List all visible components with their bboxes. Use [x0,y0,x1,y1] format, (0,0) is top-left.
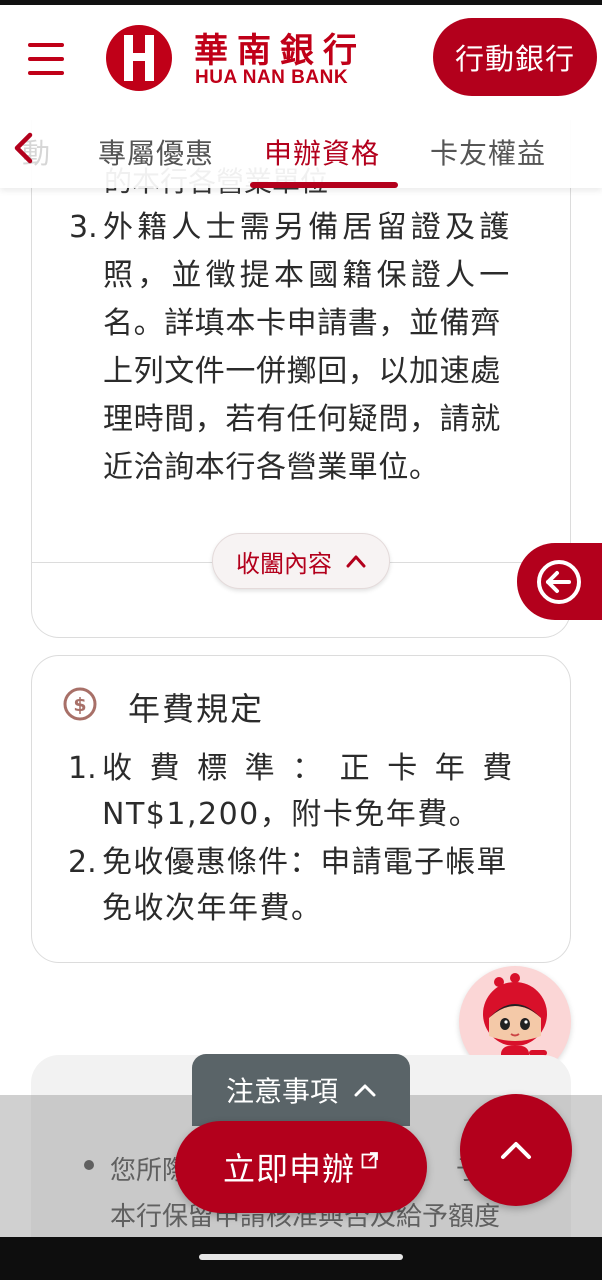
text-line: 收 費 標 準 ： 正 卡 年 費 [102,751,517,786]
app-header: 華南銀行 HUA NAN BANK 行動銀行 [0,5,602,108]
list-text: 外籍人士需另備居留證及護 照，並徵提本國籍保證人一 名。詳填本卡申請書，並備齊 … [103,204,539,492]
tab-cardholder-benefits[interactable]: 卡友權益 [430,132,546,172]
text-line: 近洽詢本行各營業單位。 [103,450,440,485]
text-line: 名。詳填本卡申請書，並備齊 [103,306,501,341]
section-tab-bar: 動 專屬優惠 申辦資格 卡友權益 [0,108,602,188]
hua-nan-logo-icon[interactable] [100,23,178,93]
chevron-left-icon[interactable] [12,132,36,164]
brand-name-en: HUA NAN BANK [195,67,349,88]
dollar-circle-icon: $ [63,687,97,721]
chevron-up-icon [346,555,366,568]
apply-now-label: 立即申辦 [222,1150,355,1188]
list-number: 2. [68,845,97,880]
apply-now-button[interactable]: 立即申辦 [175,1121,427,1213]
external-link-icon [361,1152,378,1169]
text-line: 理時間，若有任何疑問，請就 [103,402,501,437]
list-text: 免收優惠條件：申請電子帳單 免收次年年費。 [102,840,540,932]
text-line: 免收次年年費。 [102,891,323,926]
back-arrow-circle-icon [537,559,581,604]
list-item: 1. 收 費 標 準 ： 正 卡 年 費 NT$1,200，附卡免年費。 [68,746,568,838]
tab-eligibility[interactable]: 申辦資格 [264,132,380,172]
list-number: 3. [69,210,98,245]
list-number: 1. [68,751,97,786]
brand-name-zh: 華南銀行 [194,31,366,71]
side-back-button[interactable] [517,543,602,620]
home-indicator[interactable] [199,1254,403,1260]
chevron-up-icon [501,1142,531,1159]
annual-fee-title: 年費規定 [128,690,265,728]
collapse-label: 收闔內容 [236,549,332,578]
mobile-banking-button[interactable]: 行動銀行 [433,18,597,96]
chevron-up-icon [354,1084,376,1097]
text-line: 免收優惠條件：申請電子帳單 [102,845,508,880]
system-navigation-bar [0,1237,602,1280]
eligibility-card: 的本行各營業單位 3. 外籍人士需另備居留證及護 照，並徵提本國籍保證人一 名。… [31,120,571,638]
collapse-content-button[interactable]: 收闔內容 [212,533,390,589]
text-line: NT$1,200，附卡免年費。 [102,797,481,832]
svg-text:$: $ [73,694,86,716]
list-text: 收 費 標 準 ： 正 卡 年 費 NT$1,200，附卡免年費。 [102,746,540,838]
menu-icon[interactable] [28,43,64,75]
annual-fee-card: $ 年費規定 1. 收 費 標 準 ： 正 卡 年 費 NT$1,200，附卡免… [31,655,571,963]
active-tab-indicator [250,182,398,188]
text-line: 照，並徵提本國籍保證人一 [103,258,514,293]
list-item: 3. 外籍人士需另備居留證及護 照，並徵提本國籍保證人一 名。詳填本卡申請書，並… [69,204,569,494]
notice-toggle-tab[interactable]: 注意事項 [192,1054,410,1126]
text-line: 外籍人士需另備居留證及護 [103,210,514,245]
list-item: 2. 免收優惠條件：申請電子帳單 免收次年年費。 [68,840,568,932]
text-line: 上列文件一併擲回，以加速處 [103,354,501,389]
notice-tab-label: 注意事項 [225,1075,338,1108]
scroll-to-top-button[interactable] [460,1094,572,1206]
tab-exclusive-offers[interactable]: 專屬優惠 [98,132,214,172]
